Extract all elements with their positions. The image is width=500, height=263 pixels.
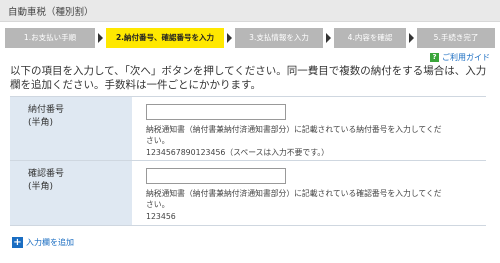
field-cell: 納税通知書（納付書兼納付済通知書部分）に記載されている確認番号を入力してください… [132,161,486,225]
step-progress: 1.お支払い手順 2.納付番号、確認番号を入力 3.支払情報を入力 4.内容を確… [5,28,495,48]
input-form: 納付番号 (半角) 納税通知書（納付書兼納付済通知書部分）に記載されている納付番… [10,96,486,226]
add-field-button[interactable]: + 入力欄を追加 [12,237,74,248]
form-row-confirmation-number: 確認番号 (半角) 納税通知書（納付書兼納付済通知書部分）に記載されている確認番… [10,161,486,226]
intro-text: 以下の項目を入力して、「次へ」ボタンを押してください。同一費目で複数の納付をする… [10,65,487,91]
label-cell: 確認番号 (半角) [10,161,132,225]
label-cell: 納付番号 (半角) [10,97,132,160]
field-example: 1234567890123456（スペースは入力不要です。） [146,148,329,157]
step-4: 4.内容を確認 [334,28,406,48]
arrow-right-icon [98,33,103,43]
step-5: 5.手続き完了 [417,28,495,48]
field-cell: 納税通知書（納付書兼納付済通知書部分）に記載されている納付番号を入力してください… [132,97,486,160]
form-row-payment-number: 納付番号 (半角) 納税通知書（納付書兼納付済通知書部分）に記載されている納付番… [10,97,486,161]
step-2: 2.納付番号、確認番号を入力 [106,28,224,48]
field-help: 納税通知書（納付書兼納付済通知書部分）に記載されている確認番号を入力してください… [146,189,442,209]
field-sublabel: (半角) [28,118,54,128]
title-bar: 自動車税（種別割） [0,0,500,22]
page-title: 自動車税（種別割） [8,7,94,18]
arrow-right-icon [326,33,331,43]
arrow-right-icon [227,33,232,43]
payment-number-input[interactable] [146,104,286,120]
guide-link[interactable]: ? ご利用ガイド [430,52,490,63]
arrow-right-icon [409,33,414,43]
field-label: 納付番号 [28,105,65,115]
guide-link-label[interactable]: ご利用ガイド [442,52,490,63]
question-icon: ? [430,53,439,62]
step-1: 1.お支払い手順 [5,28,95,48]
step-3: 3.支払情報を入力 [235,28,323,48]
add-field-label[interactable]: 入力欄を追加 [26,237,74,248]
field-help: 納税通知書（納付書兼納付済通知書部分）に記載されている納付番号を入力してください… [146,125,442,145]
field-example: 123456 [146,212,176,221]
field-sublabel: (半角) [28,182,54,192]
plus-icon: + [12,237,23,248]
confirmation-number-input[interactable] [146,168,286,184]
field-label: 確認番号 [28,169,65,179]
